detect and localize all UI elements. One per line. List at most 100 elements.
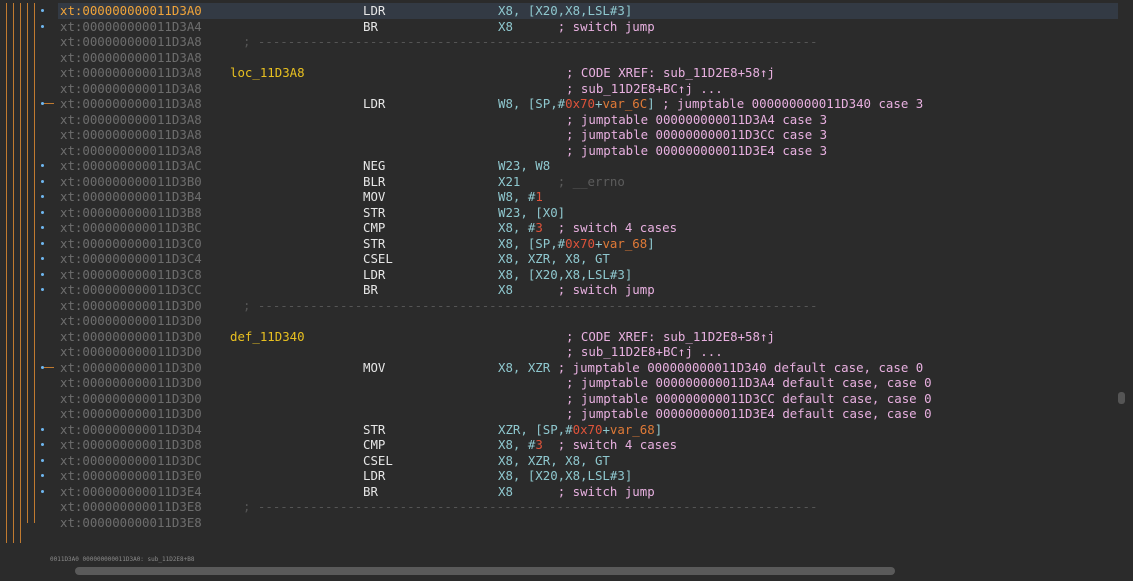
address[interactable]: xt:000000000011D3A8 (60, 34, 202, 50)
mnemonic[interactable]: CMP (363, 437, 385, 453)
mnemonic[interactable]: BLR (363, 174, 385, 190)
disasm-line[interactable]: xt:000000000011D3AC NEG W23, W8 (58, 158, 1118, 174)
mnemonic[interactable]: STR (363, 205, 385, 221)
disasm-line[interactable]: xt:000000000011D3A8 ; sub_11D2E8+BC↑j ... (58, 81, 1118, 97)
disasm-line[interactable]: xt:000000000011D3A8 ; jumptable 000000000… (58, 112, 1118, 128)
disasm-line[interactable]: xt:000000000011D3A8 loc_11D3A8 ; CODE XREF… (58, 65, 1118, 81)
disasm-line[interactable]: xt:000000000011D3D0 ; jumptable 000000000… (58, 406, 1118, 422)
disasm-line[interactable]: xt:000000000011D3E4 BR X8 ; switch jump (58, 484, 1118, 500)
address[interactable]: xt:000000000011D3E8 (60, 499, 202, 515)
mnemonic[interactable]: STR (363, 422, 385, 438)
address[interactable]: xt:000000000011D3D0 (60, 344, 202, 360)
breakpoint-dot[interactable] (41, 272, 44, 276)
address[interactable]: xt:000000000011D3D0 (60, 375, 202, 391)
disasm-line[interactable]: xt:000000000011D3D4 STR XZR, [SP,#0x70+var… (58, 422, 1118, 438)
disasm-line[interactable]: xt:000000000011D3A0 LDR X8, [X20,X8,LSL#3] (58, 3, 1118, 19)
disasm-line[interactable]: xt:000000000011D3B0 BLR X21 ; __errno (58, 174, 1118, 190)
address[interactable]: xt:000000000011D3A8 (60, 143, 202, 159)
address[interactable]: xt:000000000011D3A4 (60, 19, 202, 35)
breakpoint-dot[interactable] (41, 24, 44, 28)
disasm-line[interactable]: xt:000000000011D3E0 LDR X8, [X20,X8,LSL#3] (58, 468, 1118, 484)
address[interactable]: xt:000000000011D3D0 (60, 391, 202, 407)
breakpoint-dot[interactable] (41, 489, 44, 493)
disasm-line[interactable]: xt:000000000011D3CC BR X8 ; switch jump (58, 282, 1118, 298)
address[interactable]: xt:000000000011D3D0 (60, 313, 202, 329)
address[interactable]: xt:000000000011D3A8 (60, 96, 202, 112)
operands[interactable]: W23, W8 (498, 158, 550, 174)
mnemonic[interactable]: STR (363, 236, 385, 252)
address[interactable]: xt:000000000011D3A8 (60, 50, 202, 66)
address[interactable]: xt:000000000011D3C8 (60, 267, 202, 283)
disasm-line[interactable]: xt:000000000011D3D0 (58, 313, 1118, 329)
address[interactable]: xt:000000000011D3D0 (60, 298, 202, 314)
breakpoint-dot[interactable] (41, 474, 44, 477)
disasm-line[interactable]: xt:000000000011D3DC CSEL X8, XZR, X8, GT (58, 453, 1118, 469)
operands[interactable]: W23, [X0] (498, 205, 565, 221)
address[interactable]: xt:000000000011D3E0 (60, 468, 202, 484)
operands[interactable]: X8 ; switch jump (498, 484, 655, 500)
mnemonic[interactable]: CSEL (363, 453, 393, 469)
mnemonic[interactable]: LDR (363, 3, 385, 19)
address[interactable]: xt:000000000011D3C0 (60, 236, 202, 252)
mnemonic[interactable]: MOV (363, 189, 385, 205)
operands[interactable]: X21 ; __errno (498, 174, 625, 190)
disasm-line[interactable]: xt:000000000011D3A8 ; -------------------… (58, 34, 1118, 50)
breakpoint-dot[interactable] (41, 288, 44, 291)
disasm-line[interactable]: xt:000000000011D3E8 (58, 515, 1118, 531)
mnemonic[interactable]: BR (363, 282, 378, 298)
disasm-line[interactable]: xt:000000000011D3BC CMP X8, #3 ; switch 4 … (58, 220, 1118, 236)
operands[interactable]: X8, XZR, X8, GT (498, 251, 610, 267)
address[interactable]: xt:000000000011D3E8 (60, 515, 202, 531)
address[interactable]: xt:000000000011D3E4 (60, 484, 202, 500)
disasm-line[interactable]: xt:000000000011D3A8 ; jumptable 000000000… (58, 127, 1118, 143)
address[interactable]: xt:000000000011D3BC (60, 220, 202, 236)
breakpoint-dot[interactable] (41, 427, 44, 431)
disasm-line[interactable]: xt:000000000011D3D0 ; sub_11D2E8+BC↑j ... (58, 344, 1118, 360)
operands[interactable]: X8, [X20,X8,LSL#3] (498, 468, 632, 484)
breakpoint-dot[interactable] (41, 458, 44, 462)
disasm-line[interactable]: xt:000000000011D3C0 STR X8, [SP,#0x70+var_… (58, 236, 1118, 252)
code-label[interactable]: loc_11D3A8 (230, 65, 305, 81)
operands[interactable]: X8 ; switch jump (498, 19, 655, 35)
operands[interactable]: X8, [SP,#0x70+var_68] (498, 236, 655, 252)
operands[interactable]: X8, XZR, X8, GT (498, 453, 610, 469)
disasm-line[interactable]: xt:000000000011D3A4 BR X8 ; switch jump (58, 19, 1118, 35)
breakpoint-dot[interactable] (41, 241, 44, 245)
address[interactable]: xt:000000000011D3A8 (60, 65, 202, 81)
address[interactable]: xt:000000000011D3B4 (60, 189, 202, 205)
disasm-line[interactable]: xt:000000000011D3B4 MOV W8, #1 (58, 189, 1118, 205)
mnemonic[interactable]: BR (363, 484, 378, 500)
operands[interactable]: X8, XZR ; jumptable 000000000011D340 def… (498, 360, 923, 376)
disasm-line[interactable]: xt:000000000011D3D8 CMP X8, #3 ; switch 4 … (58, 437, 1118, 453)
breakpoint-dot[interactable] (41, 179, 44, 183)
operands[interactable]: W8, #1 (498, 189, 543, 205)
address[interactable]: xt:000000000011D3B8 (60, 205, 202, 221)
code-label[interactable]: def_11D340 (230, 329, 305, 345)
breakpoint-dot[interactable] (41, 257, 44, 260)
operands[interactable]: XZR, [SP,#0x70+var_68] (498, 422, 662, 438)
mnemonic[interactable]: CMP (363, 220, 385, 236)
horizontal-scrollbar-thumb[interactable] (75, 567, 895, 575)
operands[interactable]: X8, [X20,X8,LSL#3] (498, 3, 632, 19)
address[interactable]: xt:000000000011D3CC (60, 282, 202, 298)
disasm-line[interactable]: xt:000000000011D3E8 ; -------------------… (58, 499, 1118, 515)
vertical-scrollbar-thumb[interactable] (1118, 392, 1125, 404)
breakpoint-dot[interactable] (41, 9, 44, 12)
disasm-line[interactable]: xt:000000000011D3C8 LDR X8, [X20,X8,LSL#3] (58, 267, 1118, 283)
mnemonic[interactable]: LDR (363, 267, 385, 283)
breakpoint-dot[interactable] (41, 226, 44, 229)
mnemonic[interactable]: NEG (363, 158, 385, 174)
disasm-line[interactable]: xt:000000000011D3A8 (58, 50, 1118, 66)
disasm-line[interactable]: xt:000000000011D3D0 ; jumptable 000000000… (58, 391, 1118, 407)
operands[interactable]: X8, #3 ; switch 4 cases (498, 220, 677, 236)
disasm-line[interactable]: xt:000000000011D3A8 LDR W8, [SP,#0x70+var_… (58, 96, 1118, 112)
address[interactable]: xt:000000000011D3D4 (60, 422, 202, 438)
breakpoint-dot[interactable] (41, 164, 44, 167)
address[interactable]: xt:000000000011D3D0 (60, 406, 202, 422)
address[interactable]: xt:000000000011D3A8 (60, 112, 202, 128)
address[interactable]: xt:000000000011D3A0 (60, 3, 202, 19)
address[interactable]: xt:000000000011D3D8 (60, 437, 202, 453)
breakpoint-dot[interactable] (41, 210, 44, 214)
breakpoint-dot[interactable] (41, 195, 44, 198)
disasm-line[interactable]: xt:000000000011D3D0 def_11D340 ; CODE XREF… (58, 329, 1118, 345)
